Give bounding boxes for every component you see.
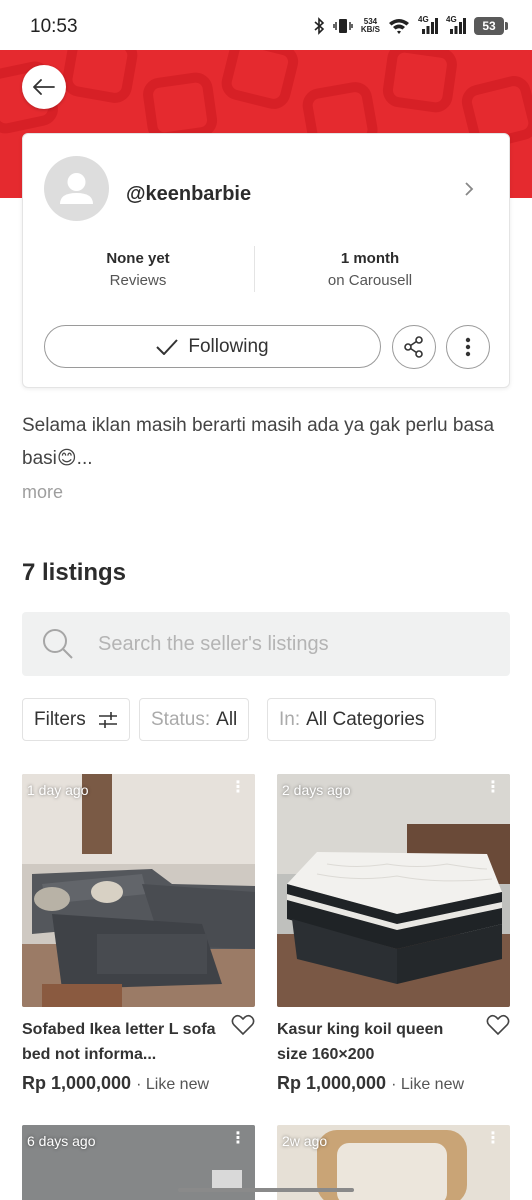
listing-photo-mattress[interactable]: 2 days ago ⋮ (277, 774, 510, 1007)
filters-button[interactable]: Filters (22, 698, 130, 741)
search-icon (43, 629, 73, 659)
home-indicator[interactable] (178, 1188, 354, 1192)
reviews-stat[interactable]: None yet Reviews (23, 250, 253, 289)
listing-price-row: Rp 1,000,000 · Like new (22, 1073, 255, 1094)
back-button[interactable] (22, 65, 66, 109)
category-filter-prefix: In: (279, 708, 301, 730)
check-icon (156, 338, 179, 355)
status-icons: 534 KB/S 4G 4G 53 (313, 14, 508, 38)
listing-condition: · Like new (391, 1076, 465, 1093)
listing-card[interactable]: 2 days ago ⋮ Kasur king koil queen size … (277, 774, 510, 1094)
wifi-icon (389, 19, 409, 34)
membership-stat-value: 1 month (340, 250, 400, 267)
category-filter-chip[interactable]: In: All Categories (267, 698, 437, 741)
signal-icon-2: 4G (446, 15, 466, 35)
category-filter-value: All Categories (306, 708, 425, 730)
more-options-button[interactable] (446, 325, 490, 369)
heart-icon[interactable] (231, 1014, 255, 1036)
status-bar: 10:53 534 KB/S 4G 4G 53 (0, 0, 532, 50)
arrow-left-icon (33, 79, 55, 95)
reviews-stat-value: None yet (106, 250, 170, 267)
bio-more-link[interactable]: more (22, 482, 63, 503)
listing-title[interactable]: Kasur king koil queen size 160×200 (277, 1017, 472, 1067)
listing-price-row: Rp 1,000,000 · Like new (277, 1073, 510, 1094)
listing-title[interactable]: Sofabed Ikea letter L sofa bed not infor… (22, 1017, 217, 1067)
listing-time: 2w ago (282, 1133, 328, 1149)
listing-card[interactable]: 1 day ago ⋮ Sofabed Ikea letter L sofa b… (22, 774, 255, 1094)
sliders-icon (98, 711, 117, 728)
listing-price: Rp 1,000,000 (22, 1073, 132, 1093)
status-filter-value: All (216, 708, 238, 730)
default-user-icon (60, 173, 93, 204)
following-button-label: Following (188, 335, 269, 357)
listing-time: 2 days ago (282, 782, 351, 798)
membership-stat: 1 month on Carousell (255, 250, 485, 289)
chevron-right-icon[interactable] (463, 180, 475, 198)
more-vertical-icon (465, 337, 471, 357)
bluetooth-icon (314, 17, 325, 35)
reviews-stat-label: Reviews (109, 272, 167, 289)
following-button[interactable]: Following (44, 325, 381, 368)
avatar[interactable] (44, 156, 109, 221)
status-time: 10:53 (30, 16, 78, 37)
listings-count-heading: 7 listings (22, 559, 127, 586)
listing-condition: · Like new (136, 1076, 210, 1093)
search-placeholder: Search the seller's listings (98, 632, 329, 655)
listing-photo-sofabed[interactable]: 1 day ago ⋮ (22, 774, 255, 1007)
signal-icon-1: 4G (418, 15, 438, 35)
profile-bio: Selama iklan masih berarti masih ada ya … (22, 415, 495, 469)
listing-more-icon[interactable]: ⋮ (230, 1131, 246, 1147)
profile-username[interactable]: @keenbarbie (126, 183, 251, 206)
vibrate-icon (333, 19, 353, 33)
filters-label: Filters (34, 708, 86, 730)
battery-indicator: 53 (474, 17, 508, 35)
profile-card: @keenbarbie None yet Reviews 1 month on … (22, 133, 510, 388)
network-speed: 534 KB/S (360, 17, 380, 34)
listing-more-icon[interactable]: ⋮ (485, 1131, 501, 1147)
seller-listings-search-input[interactable]: Search the seller's listings (22, 612, 510, 676)
share-icon (404, 336, 423, 358)
listing-price: Rp 1,000,000 (277, 1073, 387, 1093)
membership-stat-label: on Carousell (327, 272, 413, 289)
status-filter-prefix: Status: (151, 708, 211, 730)
listing-time: 6 days ago (27, 1133, 96, 1149)
status-filter-chip[interactable]: Status: All (139, 698, 250, 741)
listing-more-icon[interactable]: ⋮ (230, 780, 246, 796)
listing-time: 1 day ago (27, 782, 89, 798)
share-button[interactable] (392, 325, 436, 369)
heart-icon[interactable] (486, 1014, 510, 1036)
listing-more-icon[interactable]: ⋮ (485, 780, 501, 796)
